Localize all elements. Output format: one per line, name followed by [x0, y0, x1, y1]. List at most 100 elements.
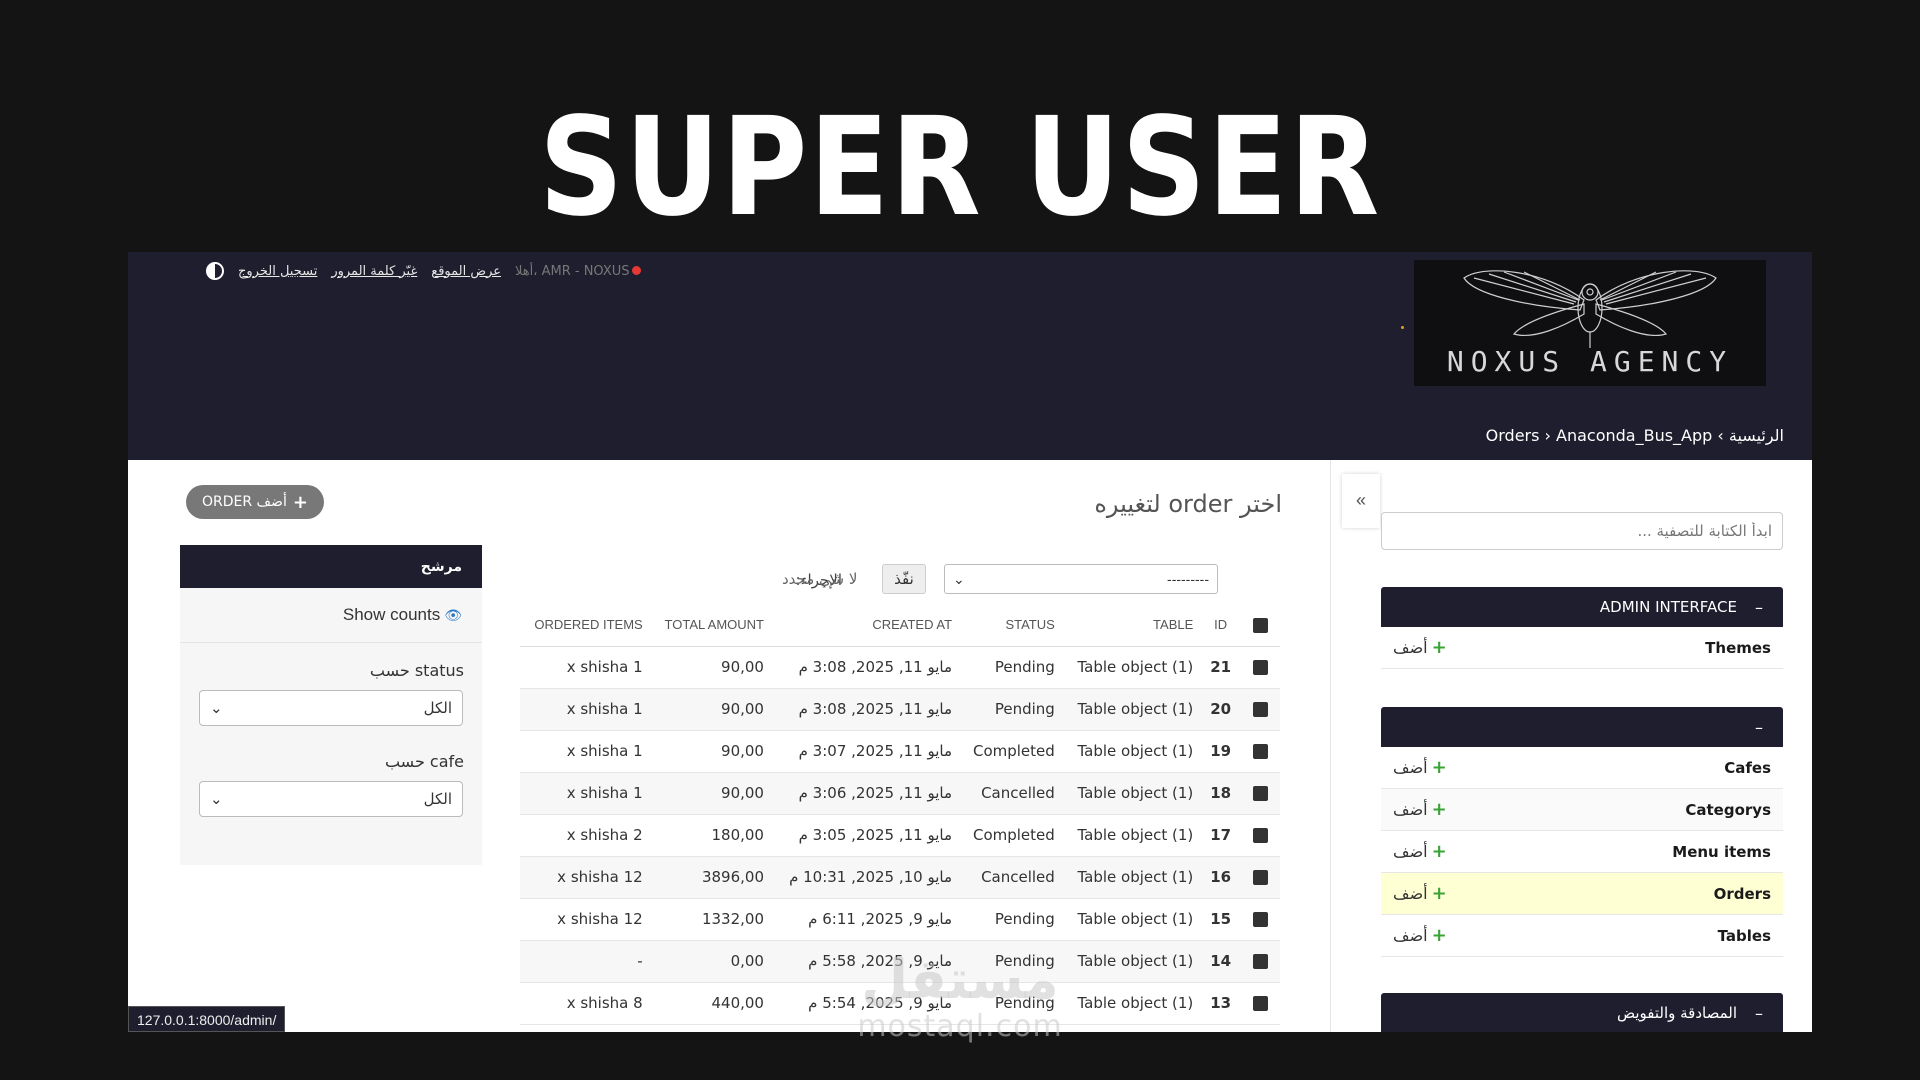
action-selected-value: --------- [1167, 571, 1209, 587]
module-admin-interface[interactable]: ADMIN INTERFACE – [1381, 587, 1783, 627]
sidebar-item-label[interactable]: Tables [1718, 927, 1771, 945]
breadcrumb[interactable]: الرئيسية › Orders › Anaconda_Bus_App [1486, 426, 1784, 445]
cafe-filter-select[interactable]: ⌄ الكل [199, 781, 463, 817]
row-checkbox[interactable] [1240, 646, 1280, 689]
nav-filter-input[interactable] [1381, 512, 1783, 550]
table-row[interactable]: 16 Table object (1) Cancelled مايو 10, 2… [520, 856, 1280, 899]
column-header-table[interactable]: TABLE [1062, 604, 1202, 647]
row-checkbox[interactable] [1240, 814, 1280, 857]
collapse-icon[interactable]: – [1755, 718, 1763, 737]
column-header-total-amount[interactable]: TOTAL AMOUNT [650, 604, 772, 647]
sidebar-item-label[interactable]: Categorys [1685, 801, 1771, 819]
table-row[interactable]: 21 Table object (1) Pending مايو 11, 202… [520, 646, 1280, 689]
checkbox-icon[interactable] [1252, 660, 1268, 675]
order-id-link[interactable]: 19 [1201, 730, 1240, 773]
cell-status: Pending [960, 688, 1063, 731]
theme-toggle-icon[interactable] [206, 262, 224, 280]
cell-status: Cancelled [960, 856, 1063, 899]
sidebar-item-themes[interactable]: أضف + Themes [1381, 627, 1783, 669]
row-checkbox[interactable] [1240, 688, 1280, 731]
cell-items: 1 x shisha [520, 646, 651, 689]
table-row[interactable]: 20 Table object (1) Pending مايو 11, 202… [520, 688, 1280, 731]
chevron-down-icon: ⌄ [953, 570, 965, 587]
checkbox-icon[interactable] [1252, 996, 1268, 1011]
column-header-ordered-items[interactable]: ORDERED ITEMS [520, 604, 651, 647]
row-checkbox[interactable] [1240, 772, 1280, 815]
table-row[interactable]: 18 Table object (1) Cancelled مايو 11, 2… [520, 772, 1280, 815]
action-select[interactable]: ⌄ --------- [944, 564, 1218, 594]
add-order-button[interactable]: + أضف ORDER [186, 485, 324, 519]
row-checkbox[interactable] [1240, 856, 1280, 899]
sidebar-item-tables[interactable]: أضف + Tables [1381, 915, 1783, 957]
cell-status: Pending [960, 898, 1063, 941]
cell-total: 3896,00 [650, 856, 772, 899]
sidebar-item-label[interactable]: Cafes [1724, 759, 1771, 777]
checkbox-icon[interactable] [1252, 870, 1268, 885]
watermark-arabic: مستقل [861, 948, 1059, 1011]
checkbox-icon[interactable] [1252, 912, 1268, 927]
sidebar-item-label[interactable]: Menu items [1672, 843, 1771, 861]
status-filter-label: حسب status [369, 661, 464, 680]
row-checkbox[interactable] [1240, 898, 1280, 941]
sidebar-toggle-button[interactable]: « [1342, 474, 1380, 528]
change-password-link[interactable]: غيّر كلمة المرور [331, 264, 417, 279]
collapse-icon[interactable]: – [1755, 1004, 1763, 1023]
order-id-link[interactable]: 17 [1201, 814, 1240, 857]
row-checkbox[interactable] [1240, 940, 1280, 983]
module-auth[interactable]: المصادقة والتفويض – [1381, 993, 1783, 1032]
logout-link[interactable]: تسجيل الخروج [238, 264, 317, 279]
add-link[interactable]: أضف + [1393, 799, 1447, 820]
show-counts-link[interactable]: Show counts 👁 [180, 588, 482, 643]
sidebar-item-menu-items[interactable]: أضف + Menu items [1381, 831, 1783, 873]
order-id-link[interactable]: 20 [1201, 688, 1240, 731]
brand-logo[interactable]: NOXUS AGENCY [1414, 260, 1766, 386]
table-row[interactable]: 19 Table object (1) Completed مايو 11, 2… [520, 730, 1280, 773]
view-site-link[interactable]: عرض الموقع [431, 264, 501, 279]
actions-bar: الإجراء: ⌄ --------- نفّذ لا شي محدد [508, 564, 1408, 598]
status-filter-value: الكل [423, 699, 452, 717]
add-link[interactable]: أضف + [1393, 883, 1447, 904]
row-checkbox[interactable] [1240, 982, 1280, 1025]
sidebar-item-categorys[interactable]: أضف + Categorys [1381, 789, 1783, 831]
table-row[interactable]: 15 Table object (1) Pending مايو 9, 2025… [520, 898, 1280, 941]
column-header-id[interactable]: ID [1201, 604, 1240, 647]
selection-count: لا شي محدد [782, 570, 858, 588]
checkbox-icon[interactable] [1252, 744, 1268, 759]
checkbox-icon[interactable] [1252, 828, 1268, 843]
cell-table: Table object (1) [1062, 646, 1202, 689]
order-id-link[interactable]: 21 [1201, 646, 1240, 689]
filter-panel: مرشح Show counts 👁 حسب status ⌄ الكل حسب… [180, 545, 482, 865]
sidebar-item-orders[interactable]: أضف + Orders [1381, 873, 1783, 915]
row-checkbox[interactable] [1240, 730, 1280, 773]
plus-icon: + [1431, 841, 1447, 862]
status-filter-select[interactable]: ⌄ الكل [199, 690, 463, 726]
table-row[interactable]: 17 Table object (1) Completed مايو 11, 2… [520, 814, 1280, 857]
order-id-link[interactable]: 16 [1201, 856, 1240, 899]
cell-table: Table object (1) [1062, 730, 1202, 773]
sidebar-item-label[interactable]: Themes [1705, 639, 1771, 657]
sidebar-item-cafes[interactable]: أضف + Cafes [1381, 747, 1783, 789]
order-id-link[interactable]: 13 [1201, 982, 1240, 1025]
cell-total: 90,00 [650, 772, 772, 815]
select-all-checkbox[interactable] [1240, 604, 1280, 647]
add-link[interactable]: أضف + [1393, 637, 1447, 658]
checkbox-icon[interactable] [1252, 617, 1268, 633]
add-link[interactable]: أضف + [1393, 757, 1447, 778]
column-header-status[interactable]: STATUS [960, 604, 1063, 647]
sidebar-item-label[interactable]: Orders [1714, 885, 1771, 903]
order-id-link[interactable]: 18 [1201, 772, 1240, 815]
checkbox-icon[interactable] [1252, 954, 1268, 969]
run-action-button[interactable]: نفّذ [882, 564, 926, 594]
add-link[interactable]: أضف + [1393, 925, 1447, 946]
add-link[interactable]: أضف + [1393, 841, 1447, 862]
order-id-link[interactable]: 15 [1201, 898, 1240, 941]
cell-table: Table object (1) [1062, 856, 1202, 899]
checkbox-icon[interactable] [1252, 786, 1268, 801]
checkbox-icon[interactable] [1252, 702, 1268, 717]
show-counts-label[interactable]: Show counts [343, 605, 440, 625]
collapse-icon[interactable]: – [1755, 598, 1763, 617]
module-app[interactable]: – [1381, 707, 1783, 747]
column-header-created-at[interactable]: CREATED AT [771, 604, 961, 647]
order-id-link[interactable]: 14 [1201, 940, 1240, 983]
cell-table: Table object (1) [1062, 940, 1202, 983]
